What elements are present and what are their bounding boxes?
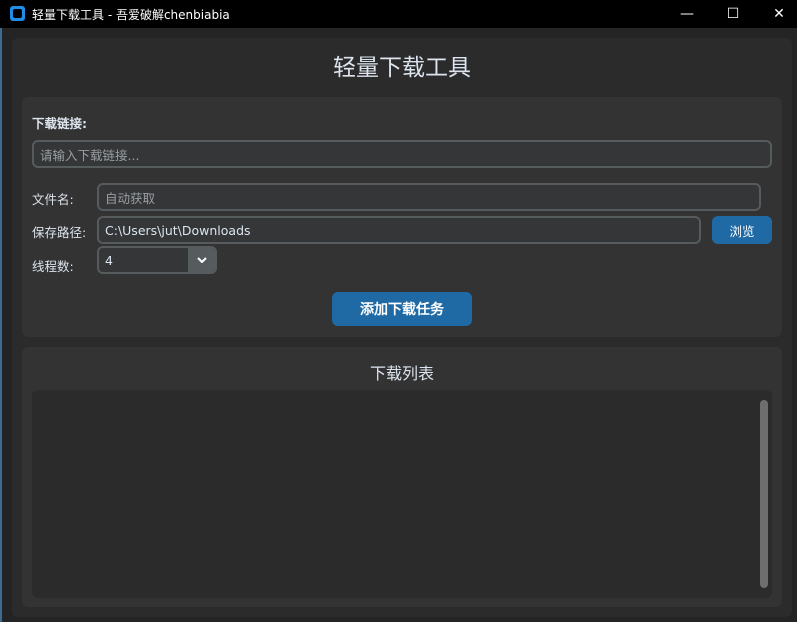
filename-placeholder: 自动获取 (105, 190, 156, 206)
browse-button[interactable]: 浏览 (712, 216, 772, 244)
path-value: C:\Users\jut\Downloads (105, 222, 251, 238)
path-label: 保存路径: (32, 225, 87, 240)
threads-value: 4 (105, 252, 113, 268)
url-label: 下载链接: (32, 116, 87, 131)
filename-input[interactable]: 自动获取 (97, 183, 761, 211)
path-input[interactable]: C:\Users\jut\Downloads (97, 216, 701, 244)
threads-select[interactable]: 4 (97, 246, 217, 274)
url-input[interactable]: 请输入下载链接... (32, 140, 772, 168)
url-placeholder: 请输入下载链接... (40, 147, 140, 163)
window-title: 轻量下载工具 - 吾爱破解chenbiabia (32, 8, 230, 22)
minimize-button[interactable]: — (664, 0, 710, 28)
threads-label: 线程数: (32, 259, 74, 274)
download-list-title: 下载列表 (369, 364, 434, 383)
window-edge (0, 28, 2, 622)
filename-label: 文件名: (32, 192, 74, 207)
scrollbar[interactable] (760, 400, 768, 588)
chevron-down-icon[interactable] (188, 248, 215, 272)
add-task-button[interactable]: 添加下载任务 (332, 292, 472, 326)
download-list[interactable] (32, 390, 772, 598)
page-title: 轻量下载工具 (333, 55, 471, 81)
app-icon (10, 6, 25, 21)
maximize-button[interactable]: ☐ (710, 0, 756, 28)
close-button[interactable]: ✕ (756, 0, 797, 28)
